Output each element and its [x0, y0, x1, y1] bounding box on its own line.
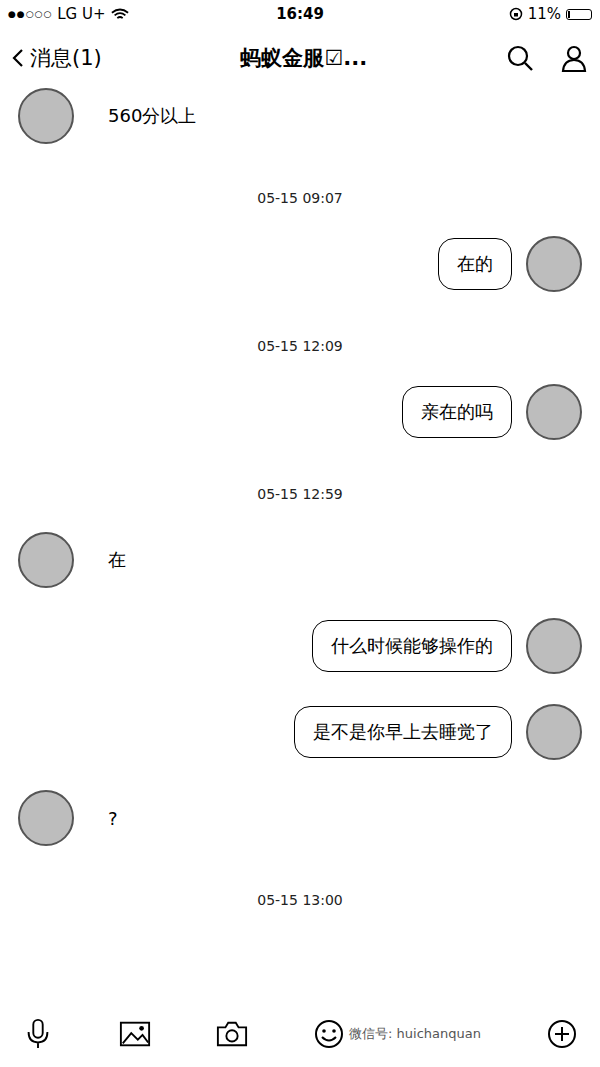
message-bubble: ?	[88, 792, 136, 844]
status-bar: ●●○○○ LG U+ 16:49 11%	[0, 0, 600, 28]
carrier: LG U+	[57, 5, 105, 23]
plus-icon[interactable]	[546, 1018, 578, 1050]
timestamp: 05-15 13:00	[18, 892, 582, 908]
battery-icon	[566, 9, 592, 20]
watermark: 微信号: huichanquan	[349, 1025, 481, 1043]
rotation-lock-icon	[509, 7, 523, 21]
avatar[interactable]	[526, 384, 582, 440]
battery-percent: 11%	[528, 5, 561, 23]
timestamp: 05-15 09:07	[18, 190, 582, 206]
clock: 16:49	[276, 5, 324, 23]
nav-bar: 消息(1) 蚂蚁金服☑...	[0, 28, 600, 88]
message-list: 560分以上 05-15 09:07 在的 05-15 12:09 亲在的吗 05-15 …	[0, 88, 600, 1001]
timestamp: 05-15 12:59	[18, 486, 582, 502]
message-bubble: 什么时候能够操作的	[312, 620, 512, 672]
avatar[interactable]	[18, 532, 74, 588]
avatar[interactable]	[526, 618, 582, 674]
signal-dots: ●●○○○	[8, 9, 52, 19]
person-icon[interactable]	[560, 44, 588, 72]
message-row: 560分以上	[18, 88, 582, 144]
search-icon[interactable]	[506, 44, 534, 72]
message-bubble: 亲在的吗	[402, 386, 512, 438]
microphone-icon[interactable]	[22, 1018, 54, 1050]
message-bubble: 560分以上	[88, 90, 214, 142]
chat-screen: ●●○○○ LG U+ 16:49 11% 消息(1) 蚂蚁金服☑... 560分以上 05-…	[0, 0, 600, 1067]
message-row: 在的	[18, 236, 582, 292]
message-bubble: 在的	[438, 238, 512, 290]
message-row: ?	[18, 790, 582, 846]
avatar[interactable]	[18, 790, 74, 846]
camera-icon[interactable]	[216, 1018, 248, 1050]
message-bubble: 是不是你早上去睡觉了	[294, 706, 512, 758]
wifi-icon	[111, 8, 129, 21]
message-bubble: 在	[88, 534, 144, 586]
message-row: 什么时候能够操作的	[18, 618, 582, 674]
message-row: 在	[18, 532, 582, 588]
chevron-left-icon	[12, 48, 24, 68]
chat-title: 蚂蚁金服☑...	[240, 44, 367, 72]
back-button[interactable]: 消息(1)	[12, 44, 102, 72]
avatar[interactable]	[526, 236, 582, 292]
timestamp: 05-15 12:09	[18, 338, 582, 354]
message-row: 亲在的吗	[18, 384, 582, 440]
message-row: 是不是你早上去睡觉了	[18, 704, 582, 760]
avatar[interactable]	[18, 88, 74, 144]
avatar[interactable]	[526, 704, 582, 760]
input-toolbar: 微信号: huichanquan	[0, 1001, 600, 1067]
image-icon[interactable]	[119, 1018, 151, 1050]
emoji-icon[interactable]	[313, 1018, 345, 1050]
